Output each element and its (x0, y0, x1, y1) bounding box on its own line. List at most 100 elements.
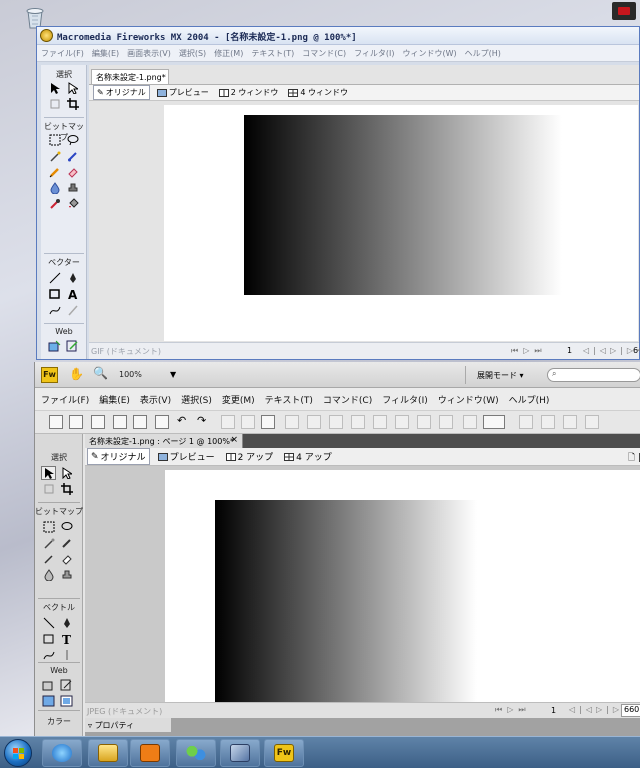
copy-icon[interactable] (241, 415, 255, 429)
tray-app-icon[interactable] (612, 2, 636, 20)
eraser-tool-icon[interactable] (65, 165, 80, 179)
properties-tab[interactable]: ▿ プロパティ (85, 718, 171, 732)
rotate-icon[interactable] (519, 415, 533, 429)
pencil-tool-icon[interactable] (47, 165, 62, 179)
pen-tool-icon[interactable] (65, 271, 80, 285)
subselection-tool-icon[interactable] (65, 81, 80, 95)
view-preview-button[interactable]: プレビュー (155, 449, 218, 464)
zoom-tool-icon[interactable]: 🔍 (93, 366, 108, 380)
freeform-tool-icon[interactable] (47, 303, 62, 317)
lasso-tool-icon[interactable] (65, 133, 80, 147)
lasso-tool-icon[interactable] (59, 520, 74, 534)
view-4up-button[interactable]: 4 アップ (281, 449, 335, 464)
text-tool-icon[interactable]: A (65, 287, 80, 301)
menu-commands[interactable]: コマンド(C) (302, 48, 346, 59)
rotate-ccw-icon[interactable] (541, 415, 555, 429)
taskbar-media-player-button[interactable] (130, 739, 170, 767)
blur-tool-icon[interactable] (41, 568, 56, 582)
menu-file[interactable]: ファイル(F) (41, 48, 84, 59)
hand-tool-icon[interactable]: ✋ (69, 367, 84, 381)
rectangle-tool-icon[interactable] (47, 287, 62, 301)
zoom-field[interactable]: 660 (621, 704, 640, 717)
subselection-tool-icon[interactable] (59, 466, 74, 480)
menu-window[interactable]: ウィンドウ(W) (438, 393, 499, 406)
blur-tool-icon[interactable] (47, 181, 62, 195)
export-icon[interactable] (133, 415, 147, 429)
crop-tool-icon[interactable] (59, 482, 74, 496)
paste-icon[interactable] (261, 415, 275, 429)
frame-nav-controls[interactable]: ⏮▷⏭ (495, 705, 531, 715)
view-4up-button[interactable]: 4 ウィンドウ (285, 86, 351, 99)
menu-edit[interactable]: 編集(E) (92, 48, 119, 59)
paint-bucket-tool-icon[interactable] (65, 197, 80, 211)
menu-filters[interactable]: フィルタ(I) (382, 393, 428, 406)
hotspot-tool-icon[interactable] (41, 678, 56, 692)
hotspot-tool-icon[interactable] (47, 339, 62, 353)
taskbar-app-button[interactable] (220, 739, 260, 767)
rubber-stamp-tool-icon[interactable] (59, 568, 74, 582)
slice-tool-icon[interactable] (59, 678, 74, 692)
menu-commands[interactable]: コマンド(C) (323, 393, 372, 406)
undo-icon[interactable]: ↶ (177, 414, 191, 428)
menu-help[interactable]: ヘルプ(H) (465, 48, 501, 59)
ungroup-icon[interactable] (307, 415, 321, 429)
taskbar-messenger-button[interactable] (176, 739, 216, 767)
frame-step-controls[interactable]: ◁|◁▷|▷⟲ (583, 346, 640, 355)
magic-wand-tool-icon[interactable] (47, 149, 62, 163)
flip-horizontal-icon[interactable] (563, 415, 577, 429)
menu-text[interactable]: テキスト(T) (251, 48, 294, 59)
brush-tool-icon[interactable] (65, 149, 80, 163)
send-backward-icon[interactable] (417, 415, 431, 429)
view-2up-button[interactable]: 2 ウィンドウ (216, 86, 282, 99)
zoom-dropdown-icon[interactable]: ▼ (170, 370, 176, 379)
flip-vertical-icon[interactable] (585, 415, 599, 429)
eyedropper-tool-icon[interactable] (47, 197, 62, 211)
menu-edit[interactable]: 編集(E) (99, 393, 130, 406)
line-tool-icon[interactable] (41, 616, 56, 630)
pencil-tool-icon[interactable] (41, 552, 56, 566)
align-dropdown-icon[interactable] (483, 415, 505, 429)
view-original-button[interactable]: ✎ オリジナル (93, 85, 150, 100)
gradient-rectangle[interactable] (215, 500, 477, 704)
menu-view[interactable]: 表示(V) (140, 393, 171, 406)
frame-nav-controls[interactable]: ⏮▷⏭ (511, 346, 547, 356)
send-back-icon[interactable] (439, 415, 453, 429)
workspace-mode-select[interactable]: 展開モード ▾ (477, 370, 524, 381)
pointer-tool-icon[interactable] (47, 81, 62, 95)
show-slices-icon[interactable] (59, 694, 74, 708)
document-tab[interactable]: 名称未設定-1.png* (91, 69, 169, 84)
menu-view[interactable]: 画面表示(V) (127, 48, 171, 59)
freeform-tool-icon[interactable] (41, 648, 56, 662)
gradient-rectangle[interactable] (244, 115, 562, 295)
redo-icon[interactable]: ↷ (197, 414, 211, 428)
taskbar-fireworks-button[interactable]: Fw (264, 739, 304, 767)
title-bar[interactable]: Macromedia Fireworks MX 2004 - [名称未設定-1.… (37, 27, 639, 45)
menu-modify[interactable]: 変更(M) (222, 393, 255, 406)
brush-tool-icon[interactable] (59, 536, 74, 550)
document-canvas[interactable] (165, 470, 640, 718)
magic-wand-tool-icon[interactable] (41, 536, 56, 550)
menu-select[interactable]: 選択(S) (179, 48, 206, 59)
menu-filters[interactable]: フィルタ(I) (354, 48, 394, 59)
start-button-icon[interactable] (4, 739, 32, 767)
view-original-button[interactable]: ✎ オリジナル (87, 448, 150, 465)
new-document-icon[interactable] (49, 415, 63, 429)
distribute-icon[interactable] (463, 415, 477, 429)
eraser-tool-icon[interactable] (59, 552, 74, 566)
cut-icon[interactable] (221, 415, 235, 429)
text-tool-icon[interactable]: T (59, 632, 74, 646)
scale-tool-icon[interactable] (47, 97, 62, 111)
menu-file[interactable]: ファイル(F) (41, 393, 89, 406)
document-canvas[interactable] (164, 105, 638, 341)
view-2up-button[interactable]: 2 アップ (223, 449, 277, 464)
slice-tool-icon[interactable] (65, 339, 80, 353)
search-input[interactable]: ⌕ (547, 368, 640, 382)
join-icon[interactable] (329, 415, 343, 429)
hide-slices-icon[interactable] (41, 694, 56, 708)
menu-text[interactable]: テキスト(T) (265, 393, 313, 406)
print-icon[interactable] (155, 415, 169, 429)
knife-tool-icon[interactable] (59, 648, 74, 662)
crop-tool-icon[interactable] (65, 97, 80, 111)
close-tab-icon[interactable]: × (230, 435, 238, 445)
knife-tool-icon[interactable] (65, 303, 80, 317)
